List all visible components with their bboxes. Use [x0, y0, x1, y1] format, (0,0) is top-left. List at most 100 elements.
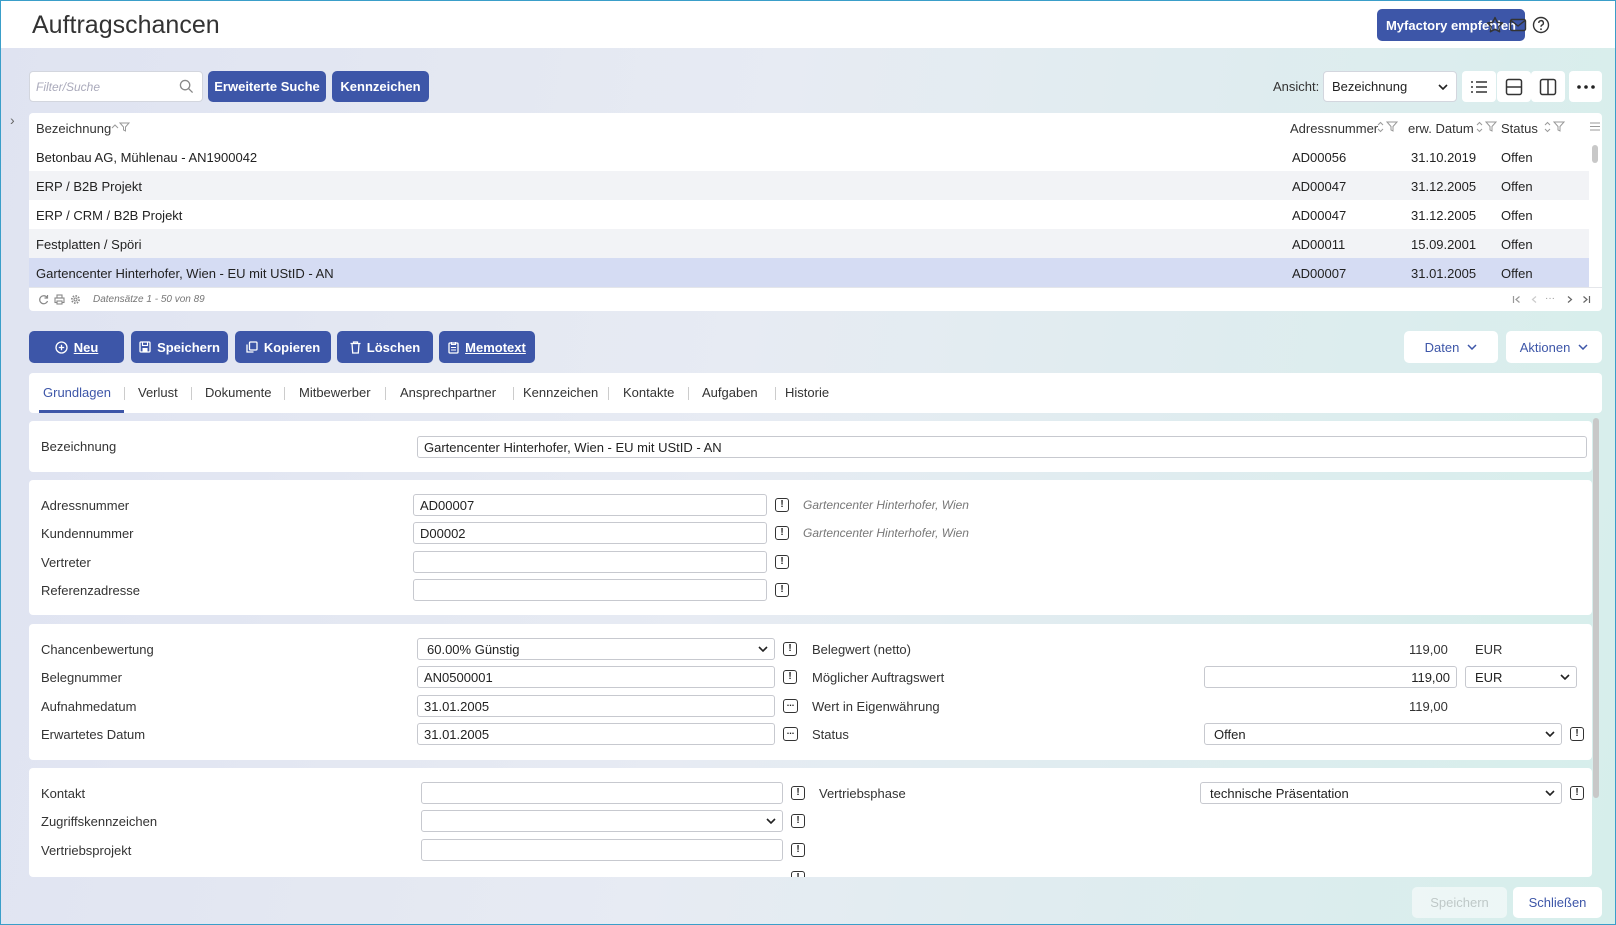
belegnummer-label: Belegnummer: [41, 670, 122, 685]
table-row[interactable]: ERP / CRM / B2B Projekt AD00047 31.12.20…: [29, 200, 1589, 229]
kundennummer-field[interactable]: D00002: [413, 522, 767, 544]
print-icon[interactable]: [54, 294, 65, 305]
split-horizontal-button[interactable]: [1497, 71, 1531, 102]
grid-scrollbar[interactable]: [1592, 143, 1598, 285]
chevron-down-icon: [1467, 344, 1477, 350]
info-icon[interactable]: !: [791, 843, 805, 857]
more-icon: [1576, 84, 1595, 89]
search-icon[interactable]: [179, 79, 194, 94]
table-row[interactable]: Betonbau AG, Mühlenau - AN1900042 AD0005…: [29, 142, 1589, 171]
chevron-down-icon: [1438, 83, 1448, 90]
delete-label: Löschen: [366, 339, 421, 355]
tab-dokumente[interactable]: Dokumente: [205, 385, 271, 400]
tab-grundlagen[interactable]: Grundlagen: [43, 385, 111, 400]
column-header-adressnummer[interactable]: Adressnummer: [1290, 121, 1378, 136]
new-button[interactable]: Neu: [29, 331, 124, 363]
actions-menu-button[interactable]: Aktionen: [1506, 331, 1602, 363]
advanced-search-button[interactable]: Erweiterte Suche: [208, 71, 326, 102]
info-icon[interactable]: !: [783, 642, 797, 656]
vertriebsprojekt-field[interactable]: [421, 839, 783, 861]
copy-button[interactable]: Kopieren: [235, 331, 331, 363]
chevron-down-icon: [1560, 674, 1570, 680]
info-icon[interactable]: !: [783, 670, 797, 684]
adressnummer-field[interactable]: AD00007: [413, 494, 767, 516]
mail-icon[interactable]: [1508, 15, 1528, 35]
cell-adressnummer: AD00011: [1292, 237, 1346, 252]
table-row[interactable]: Festplatten / Spöri AD00011 15.09.2001 O…: [29, 229, 1589, 258]
prev-page-icon[interactable]: [1530, 295, 1539, 304]
info-icon[interactable]: !: [775, 583, 789, 597]
info-icon[interactable]: !: [1570, 727, 1584, 741]
settings-icon[interactable]: [70, 294, 81, 305]
column-header-status[interactable]: Status: [1501, 121, 1538, 136]
save-label: Speichern: [157, 339, 220, 355]
save-button[interactable]: Speichern: [131, 331, 228, 363]
help-icon[interactable]: [1531, 15, 1551, 35]
status-select[interactable]: Offen: [1204, 723, 1562, 745]
table-row[interactable]: ERP / B2B Projekt AD00047 31.12.2005 Off…: [29, 171, 1589, 200]
sort-filter-icon[interactable]: [1544, 121, 1568, 133]
tab-historie[interactable]: Historie: [785, 385, 829, 400]
sort-filter-icon[interactable]: [1377, 121, 1401, 133]
refresh-icon[interactable]: [38, 294, 49, 305]
bezeichnung-field[interactable]: Gartencenter Hinterhofer, Wien - EU mit …: [417, 436, 1587, 458]
cell-bezeichnung: ERP / B2B Projekt: [36, 179, 142, 194]
moeglicher-auftragswert-field[interactable]: 119,00: [1204, 666, 1457, 688]
info-icon[interactable]: !: [791, 871, 805, 877]
info-icon[interactable]: !: [775, 498, 789, 512]
tab-ansprechpartner[interactable]: Ansprechpartner: [400, 385, 496, 400]
date-picker-icon[interactable]: ...: [783, 699, 798, 713]
sort-filter-icon[interactable]: [1476, 121, 1500, 133]
tab-divider: [608, 387, 609, 400]
info-icon[interactable]: !: [791, 786, 805, 800]
more-options-button[interactable]: [1569, 71, 1602, 102]
kontakt-field[interactable]: [421, 782, 783, 804]
search-input[interactable]: [30, 72, 170, 101]
form-scrollbar[interactable]: [1593, 418, 1599, 798]
last-page-icon[interactable]: [1582, 295, 1591, 304]
delete-button[interactable]: Löschen: [337, 331, 433, 363]
zugriffskennzeichen-select[interactable]: [421, 810, 783, 832]
split-vertical-button[interactable]: [1531, 71, 1565, 102]
view-label: Ansicht:: [1273, 79, 1320, 94]
erwartetes-datum-field[interactable]: 31.01.2005: [417, 723, 775, 745]
tab-kennzeichen[interactable]: Kennzeichen: [523, 385, 598, 400]
star-icon[interactable]: [1485, 15, 1505, 35]
pager-dots[interactable]: ···: [1545, 293, 1555, 304]
info-icon[interactable]: !: [775, 526, 789, 540]
footer-close-button[interactable]: Schließen: [1513, 887, 1602, 918]
footer-save-button[interactable]: Speichern: [1412, 887, 1507, 918]
save-icon: [139, 341, 151, 353]
card-address: Adressnummer AD00007 ! Gartencenter Hint…: [29, 480, 1592, 615]
first-page-icon[interactable]: [1512, 295, 1521, 304]
flags-button[interactable]: Kennzeichen: [332, 71, 429, 102]
info-icon[interactable]: !: [791, 814, 805, 828]
chancenbewertung-select[interactable]: 60.00% Günstig: [417, 638, 775, 660]
sidebar-toggle-icon[interactable]: ›: [10, 112, 15, 128]
currency-select[interactable]: EUR: [1465, 666, 1577, 688]
vertriebsphase-select[interactable]: technische Präsentation: [1200, 782, 1562, 804]
table-row-selected[interactable]: Gartencenter Hinterhofer, Wien - EU mit …: [29, 258, 1589, 287]
date-picker-icon[interactable]: ...: [783, 727, 798, 741]
memo-button[interactable]: Memotext: [439, 331, 535, 363]
view-select[interactable]: Bezeichnung: [1323, 71, 1457, 102]
tab-kontakte[interactable]: Kontakte: [623, 385, 674, 400]
info-icon[interactable]: !: [1570, 786, 1584, 800]
tab-aufgaben[interactable]: Aufgaben: [702, 385, 758, 400]
vertreter-field[interactable]: [413, 551, 767, 573]
aufnahmedatum-field[interactable]: 31.01.2005: [417, 695, 775, 717]
list-view-button[interactable]: [1462, 71, 1496, 102]
info-icon[interactable]: !: [775, 555, 789, 569]
belegnummer-field[interactable]: AN0500001: [417, 666, 775, 688]
column-menu-icon[interactable]: [1590, 122, 1600, 131]
tab-mitbewerber[interactable]: Mitbewerber: [299, 385, 371, 400]
sort-filter-icon[interactable]: [111, 122, 131, 132]
referenzadresse-label: Referenzadresse: [41, 583, 140, 598]
next-page-icon[interactable]: [1565, 295, 1574, 304]
column-header-datum[interactable]: erw. Datum: [1408, 121, 1474, 136]
filter-search[interactable]: [29, 71, 203, 102]
referenzadresse-field[interactable]: [413, 579, 767, 601]
data-menu-button[interactable]: Daten: [1404, 331, 1498, 363]
column-header-bezeichnung[interactable]: Bezeichnung: [36, 121, 111, 136]
tab-verlust[interactable]: Verlust: [138, 385, 178, 400]
